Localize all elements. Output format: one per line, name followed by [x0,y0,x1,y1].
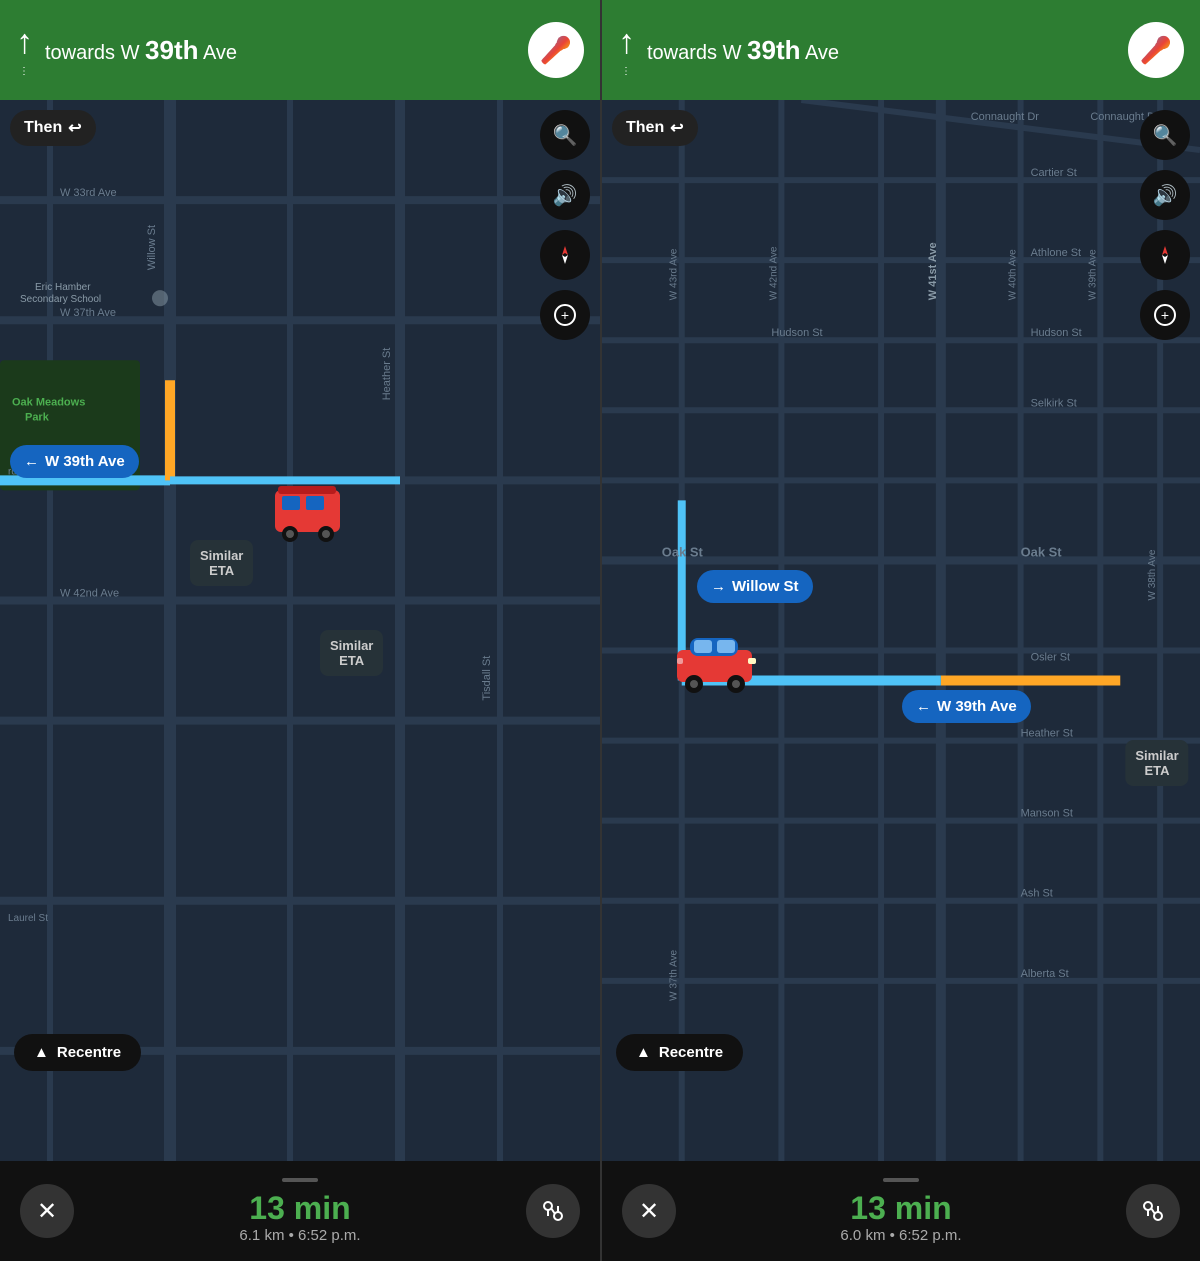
sound-button-right[interactable]: 🔊 [1140,170,1190,220]
compass-icon-right [1154,244,1176,266]
svg-text:Hudson St: Hudson St [1031,327,1082,339]
recentre-button-right[interactable]: ▲ Recentre [616,1034,743,1071]
eta-info-left: 13 min 6.1 km • 6:52 p.m. [239,1178,360,1244]
drag-handle-right [883,1178,919,1182]
svg-text:W 38th Ave: W 38th Ave [1147,549,1158,600]
then-pill-left[interactable]: Then ↩ [10,110,96,146]
direction-arrow-right: ↑ ⋮ [618,23,635,77]
sound-button-left[interactable]: 🔊 [540,170,590,220]
chat-icon-left: + [554,304,576,326]
bottom-bar-left: ✕ 13 min 6.1 km • 6:52 p.m. [0,1161,600,1261]
direction-text-left: towards W 39th Ave [45,35,516,66]
svg-text:W 37th Ave: W 37th Ave [60,307,116,319]
bus-icon-left [270,480,350,550]
search-button-right[interactable]: 🔍 [1140,110,1190,160]
eta-info-right: 13 min 6.0 km • 6:52 p.m. [840,1178,961,1244]
map-buttons-left: 🔍 🔊 + [540,110,590,340]
routes-icon-right [1140,1198,1166,1224]
svg-text:Ash St: Ash St [1021,888,1053,900]
vehicle-bus-left [270,480,350,562]
drag-handle-left [282,1178,318,1182]
svg-text:Secondary School: Secondary School [20,294,101,305]
direction-arrow-left: ↑ ⋮ [16,23,33,77]
similar-eta-right: SimilarETA [1125,740,1188,786]
svg-text:Eric Hamber: Eric Hamber [35,282,91,293]
eta-time-right: 13 min [840,1190,961,1227]
eta-details-left: 6.1 km • 6:52 p.m. [239,1227,360,1244]
svg-text:W 33rd Ave: W 33rd Ave [60,187,117,199]
svg-text:Willow St: Willow St [146,225,158,270]
svg-text:Selkirk St: Selkirk St [1031,397,1077,409]
svg-text:W 43rd Ave: W 43rd Ave [669,248,680,300]
mic-icon-left: 🎤 [540,35,572,66]
chat-button-right[interactable]: + [1140,290,1190,340]
svg-text:Hudson St: Hudson St [771,327,822,339]
then-pill-right[interactable]: Then ↩ [612,110,698,146]
search-button-left[interactable]: 🔍 [540,110,590,160]
svg-text:W 37th Ave: W 37th Ave [669,949,680,1000]
nav-header-left: ↑ ⋮ towards W 39th Ave 🎤 [0,0,600,100]
similar-eta-2-left: SimilarETA [320,630,383,676]
svg-text:Oak Meadows: Oak Meadows [12,396,85,408]
similar-eta-1-left: SimilarETA [190,540,253,586]
chat-icon-right: + [1154,304,1176,326]
chat-button-left[interactable]: + [540,290,590,340]
svg-text:+: + [1161,307,1169,323]
compass-icon-left [554,244,576,266]
routes-button-right[interactable] [1126,1184,1180,1238]
nav-header-right: ↑ ⋮ towards W 39th Ave 🎤 [602,0,1200,100]
svg-text:Tisdall St: Tisdall St [481,656,493,701]
right-panel: ↑ ⋮ towards W 39th Ave 🎤 [600,0,1200,1261]
svg-text:Connaught Dr: Connaught Dr [971,111,1039,123]
svg-text:Park: Park [25,411,50,423]
eta-time-left: 13 min [239,1190,360,1227]
svg-text:W 42nd Ave: W 42nd Ave [768,246,779,300]
svg-text:Oak St: Oak St [1021,544,1063,559]
svg-text:Heather St: Heather St [381,348,393,401]
svg-text:Cartier St: Cartier St [1031,167,1077,179]
mic-icon-right: 🎤 [1140,35,1172,66]
route-label-main-right: ← W 39th Ave [902,690,1031,723]
map-area-right: Cartier St Athlone St Hudson St Hudson S… [602,100,1200,1161]
car-icon-right [672,630,762,695]
svg-text:Osler St: Osler St [1031,652,1071,664]
compass-button-right[interactable] [1140,230,1190,280]
left-panel: ↑ ⋮ towards W 39th Ave 🎤 [0,0,600,1261]
svg-text:W 42nd Ave: W 42nd Ave [60,587,119,599]
route-label-main-left: ← W 39th Ave [10,445,139,478]
svg-text:Oak St: Oak St [662,544,704,559]
svg-text:Manson St: Manson St [1021,808,1073,820]
svg-text:W 39th Ave: W 39th Ave [1087,249,1098,300]
mic-button-left[interactable]: 🎤 [528,22,584,78]
svg-text:W 40th Ave: W 40th Ave [1008,249,1019,300]
svg-text:Heather St: Heather St [1021,728,1073,740]
bottom-bar-right: ✕ 13 min 6.0 km • 6:52 p.m. [602,1161,1200,1261]
svg-text:Alberta St: Alberta St [1021,968,1069,980]
recentre-button-left[interactable]: ▲ Recentre [14,1034,141,1071]
close-button-right[interactable]: ✕ [622,1184,676,1238]
routes-icon-left [540,1198,566,1224]
svg-text:Athlone St: Athlone St [1031,247,1082,259]
map-area-left: W 33rd Ave W 37th Ave W 42nd Ave W 45th … [0,100,600,1161]
compass-button-left[interactable] [540,230,590,280]
direction-text-right: towards W 39th Ave [647,35,1116,66]
close-button-left[interactable]: ✕ [20,1184,74,1238]
map-svg-left: W 33rd Ave W 37th Ave W 42nd Ave W 45th … [0,100,600,1161]
routes-button-left[interactable] [526,1184,580,1238]
svg-text:W 41st Ave: W 41st Ave [927,242,939,300]
svg-text:Laurel St: Laurel St [8,913,48,924]
route-label-willow-right: → Willow St [697,570,813,603]
mic-button-right[interactable]: 🎤 [1128,22,1184,78]
svg-text:+: + [561,307,569,323]
eta-details-right: 6.0 km • 6:52 p.m. [840,1227,961,1244]
map-buttons-right: 🔍 🔊 + [1140,110,1190,340]
vehicle-car-right [672,630,762,707]
